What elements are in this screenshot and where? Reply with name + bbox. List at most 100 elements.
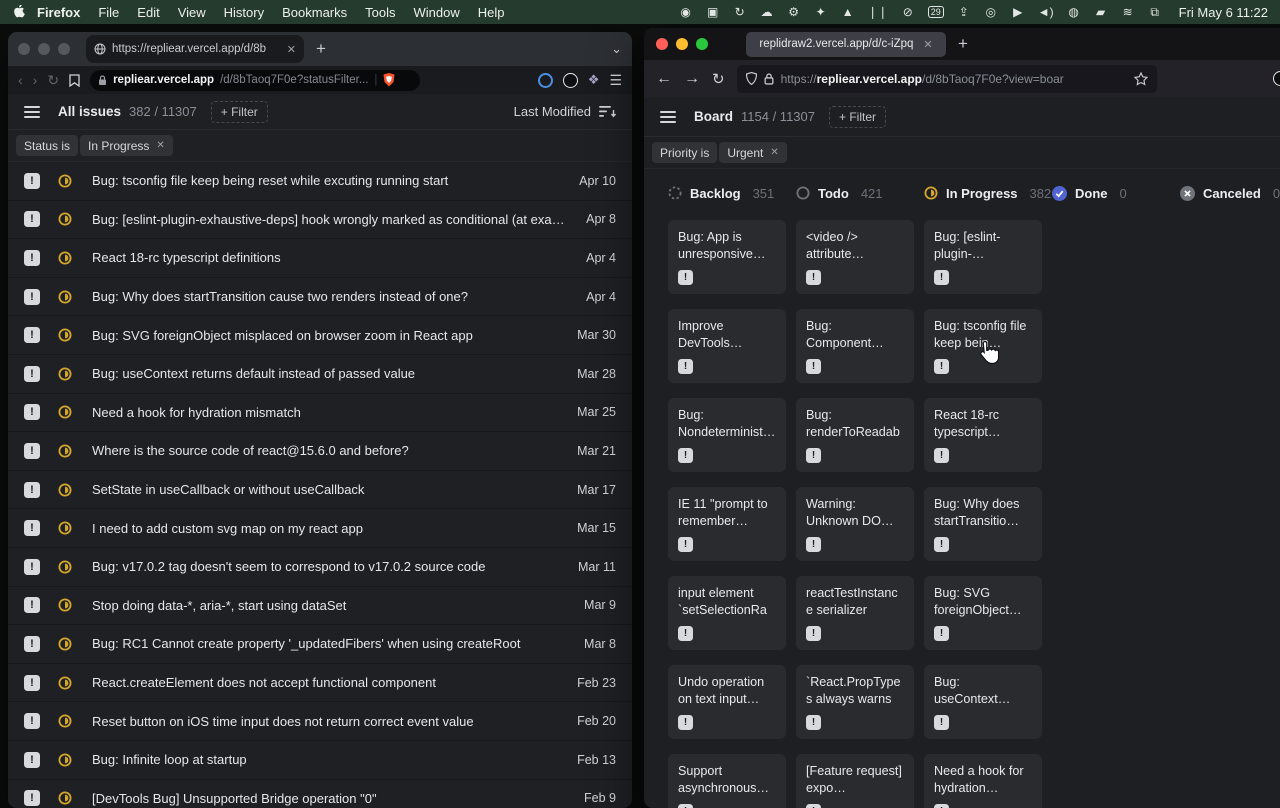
- kanban-card[interactable]: reactTestInstance serializer: [796, 576, 914, 650]
- menu-history[interactable]: History: [224, 5, 264, 20]
- issue-row[interactable]: Bug: Why does startTransition cause two …: [8, 278, 632, 317]
- priority-urgent-icon[interactable]: [24, 713, 40, 729]
- issue-row[interactable]: Reset button on iOS time input does not …: [8, 702, 632, 741]
- issue-row[interactable]: I need to add custom svg map on my react…: [8, 509, 632, 548]
- status-in-progress-icon[interactable]: [58, 328, 72, 342]
- close-window-button[interactable]: [656, 38, 668, 50]
- new-tab-button[interactable]: +: [316, 39, 326, 59]
- kanban-card[interactable]: IE 11 "prompt to remember…: [668, 487, 786, 561]
- priority-urgent-icon[interactable]: [24, 250, 40, 266]
- profile-extension-icon[interactable]: [563, 73, 578, 88]
- priority-urgent-icon[interactable]: [24, 211, 40, 227]
- issue-row[interactable]: [DevTools Bug] Unsupported Bridge operat…: [8, 780, 632, 808]
- issue-row[interactable]: Stop doing data-*, aria-*, start using d…: [8, 587, 632, 626]
- filter-field-chip[interactable]: Priority is: [652, 142, 717, 163]
- kanban-card[interactable]: `React.PropTypes always warns ab: [796, 665, 914, 739]
- priority-urgent-icon[interactable]: [24, 482, 40, 498]
- extensions-icon[interactable]: ❖: [588, 72, 600, 88]
- add-filter-button[interactable]: + Filter: [829, 106, 886, 128]
- kanban-card[interactable]: Bug: useContext…: [924, 665, 1042, 739]
- status-in-progress-icon[interactable]: [58, 753, 72, 767]
- priority-urgent-icon[interactable]: [24, 752, 40, 768]
- issue-row[interactable]: Bug: tsconfig file keep being reset whil…: [8, 162, 632, 201]
- issue-row[interactable]: Bug: SVG foreignObject misplaced on brow…: [8, 316, 632, 355]
- wifi-icon[interactable]: ≋: [1121, 5, 1135, 19]
- issue-row[interactable]: Bug: RC1 Cannot create property '_update…: [8, 625, 632, 664]
- stage-manager-icon[interactable]: ❘❘: [868, 5, 888, 19]
- priority-urgent-icon[interactable]: [24, 597, 40, 613]
- status-in-progress-icon[interactable]: [58, 791, 72, 805]
- 1password-icon[interactable]: ⊘: [901, 5, 915, 19]
- priority-urgent-icon[interactable]: [24, 636, 40, 652]
- issue-row[interactable]: React 18-rc typescript definitions Apr 4: [8, 239, 632, 278]
- sidebar-menu-icon[interactable]: [660, 111, 676, 123]
- status-in-progress-icon[interactable]: [58, 676, 72, 690]
- sort-control[interactable]: Last Modified: [514, 104, 616, 119]
- status-in-progress-icon[interactable]: [58, 444, 72, 458]
- reload-icon[interactable]: ↻: [712, 70, 725, 88]
- priority-urgent-icon[interactable]: [24, 327, 40, 343]
- back-icon[interactable]: ←: [656, 70, 672, 88]
- menu-edit[interactable]: Edit: [137, 5, 159, 20]
- kanban-card[interactable]: Bug: tsconfig file keep bein…: [924, 309, 1042, 383]
- priority-urgent-icon[interactable]: [24, 559, 40, 575]
- issue-row[interactable]: SetState in useCallback or without useCa…: [8, 471, 632, 510]
- eject-icon[interactable]: ⇪: [957, 5, 971, 19]
- active-app-name[interactable]: Firefox: [37, 5, 80, 20]
- browser-menu-icon[interactable]: ☰: [609, 72, 622, 89]
- close-tab-icon[interactable]: ✕: [287, 43, 296, 56]
- browser-tab[interactable]: https://repliear.vercel.app/d/8b ✕: [86, 35, 304, 63]
- menu-file[interactable]: File: [98, 5, 119, 20]
- kanban-card[interactable]: Bug: App is unresponsive…: [668, 220, 786, 294]
- priority-urgent-icon[interactable]: [24, 675, 40, 691]
- menubar-clock[interactable]: Fri May 6 11:22: [1179, 5, 1268, 20]
- kanban-card[interactable]: Improve DevTools…: [668, 309, 786, 383]
- reload-icon[interactable]: ↻: [47, 72, 59, 89]
- zoom-window-button[interactable]: [58, 43, 70, 55]
- zoom-window-button[interactable]: [696, 38, 708, 50]
- bookmark-star-icon[interactable]: [1134, 72, 1148, 86]
- issue-row[interactable]: Bug: [eslint-plugin-exhaustive-deps] hoo…: [8, 201, 632, 240]
- apple-menu[interactable]: [14, 5, 27, 20]
- status-in-progress-icon[interactable]: [58, 598, 72, 612]
- extension-icon[interactable]: [1273, 71, 1280, 86]
- menu-view[interactable]: View: [178, 5, 206, 20]
- calendar-icon[interactable]: 29: [928, 6, 944, 18]
- forward-icon[interactable]: →: [684, 70, 700, 88]
- dropbox-icon[interactable]: ✦: [814, 5, 828, 19]
- sidebar-menu-icon[interactable]: [24, 106, 40, 118]
- new-tab-button[interactable]: +: [958, 34, 968, 54]
- close-window-button[interactable]: [18, 43, 30, 55]
- tracking-shield-icon[interactable]: [746, 72, 757, 85]
- kanban-card[interactable]: React 18-rc typescript…: [924, 398, 1042, 472]
- remove-filter-icon[interactable]: ✕: [156, 140, 164, 151]
- fast-user-switch-icon[interactable]: ⧉: [1148, 5, 1162, 20]
- right-traffic-lights[interactable]: [656, 38, 708, 50]
- status-in-progress-icon[interactable]: [58, 637, 72, 651]
- issue-row[interactable]: Bug: Infinite loop at startup Feb 13: [8, 741, 632, 780]
- kanban-card[interactable]: <video /> attribute…: [796, 220, 914, 294]
- remove-filter-icon[interactable]: ✕: [770, 147, 778, 158]
- issue-row[interactable]: Where is the source code of react@15.6.0…: [8, 432, 632, 471]
- cloud-icon[interactable]: ☁: [760, 5, 774, 19]
- priority-urgent-icon[interactable]: [24, 790, 40, 806]
- brave-shield-icon[interactable]: [383, 73, 395, 87]
- minimize-window-button[interactable]: [676, 38, 688, 50]
- issue-row[interactable]: Bug: useContext returns default instead …: [8, 355, 632, 394]
- kanban-card[interactable]: Bug: Why does startTransitio…: [924, 487, 1042, 561]
- kanban-card[interactable]: input element `setSelectionRa: [668, 576, 786, 650]
- battery-charging-icon[interactable]: ▰: [1094, 5, 1108, 19]
- priority-urgent-icon[interactable]: [24, 443, 40, 459]
- kanban-card[interactable]: Undo operation on text input…: [668, 665, 786, 739]
- forward-icon[interactable]: ›: [33, 72, 38, 88]
- volume-icon[interactable]: ◄): [1038, 5, 1054, 19]
- priority-urgent-icon[interactable]: [24, 404, 40, 420]
- status-in-progress-icon[interactable]: [58, 714, 72, 728]
- status-in-progress-icon[interactable]: [58, 405, 72, 419]
- docker-icon[interactable]: ⚙: [787, 5, 801, 19]
- minimize-window-button[interactable]: [38, 43, 50, 55]
- status-in-progress-icon[interactable]: [58, 290, 72, 304]
- bookmark-icon[interactable]: [69, 74, 80, 87]
- menu-tools[interactable]: Tools: [365, 5, 395, 20]
- handbrake-icon[interactable]: ↻: [733, 5, 747, 19]
